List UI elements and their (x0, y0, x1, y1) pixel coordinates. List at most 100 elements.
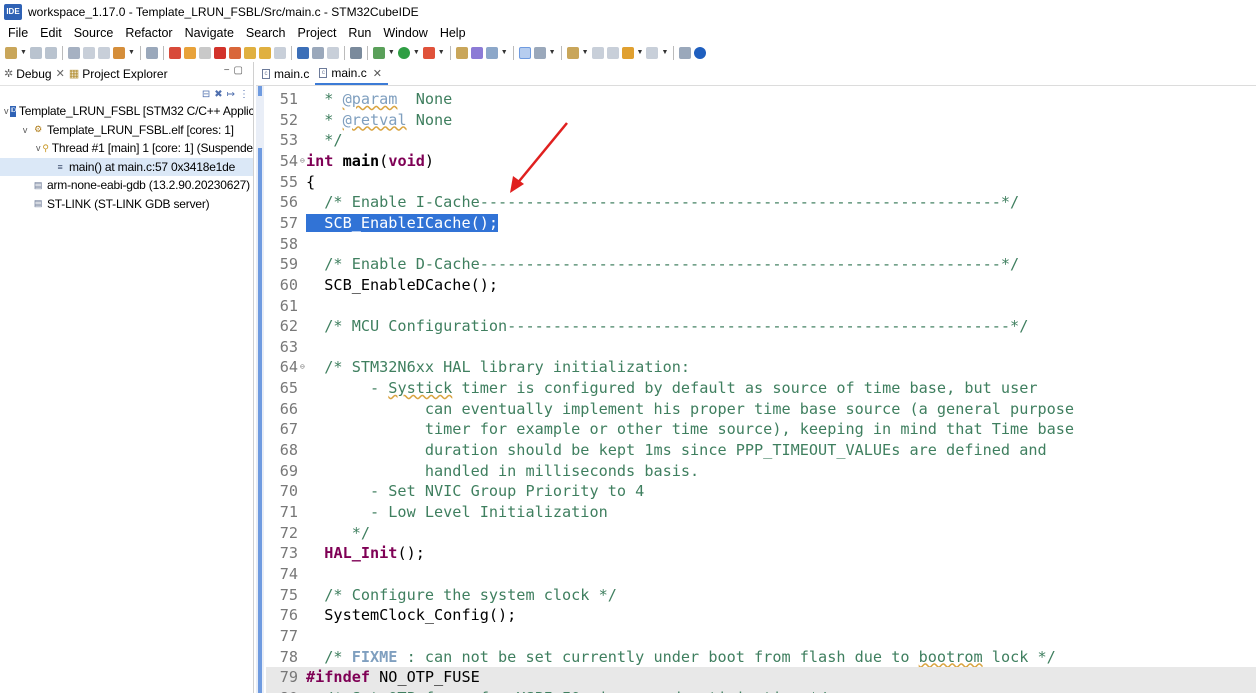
menu-refactor[interactable]: Refactor (119, 23, 178, 43)
forward-history-dropdown-icon[interactable]: ▼ (661, 49, 668, 56)
step-return-icon[interactable] (273, 46, 286, 59)
collapse-all-icon[interactable]: ⊟ (202, 89, 210, 100)
code-line[interactable]: 71 - Low Level Initialization (266, 502, 1256, 523)
annotation-icon[interactable] (533, 46, 546, 59)
tree-item-thread[interactable]: v ⚲ Thread #1 [main] 1 [core: 1] (Suspen… (0, 139, 253, 158)
collapse-chevron-icon[interactable]: v (4, 106, 9, 116)
new-dropdown-icon[interactable]: ▼ (20, 49, 27, 56)
menu-window[interactable]: Window (377, 23, 433, 43)
suspend-icon[interactable] (198, 46, 211, 59)
code-line[interactable]: 58 (266, 234, 1256, 255)
code-line[interactable]: 77 (266, 626, 1256, 647)
build-icon[interactable] (112, 46, 125, 59)
last-edit-icon[interactable] (591, 46, 604, 59)
code-line[interactable]: 72 */ (266, 523, 1256, 544)
menu-navigate[interactable]: Navigate (179, 23, 240, 43)
code-line[interactable]: 79 #ifndef NO_OTP_FUSE (266, 667, 1256, 688)
forward-icon[interactable] (97, 46, 110, 59)
resume-icon[interactable] (183, 46, 196, 59)
search-icon[interactable] (485, 46, 498, 59)
code-line[interactable]: 61 (266, 296, 1256, 317)
external-tools-dropdown-icon[interactable]: ▼ (438, 49, 445, 56)
back-icon[interactable] (82, 46, 95, 59)
code-line[interactable]: 76 SystemClock_Config(); (266, 605, 1256, 626)
debug-dropdown-icon[interactable]: ▼ (388, 49, 395, 56)
build-dropdown-icon[interactable]: ▼ (128, 49, 135, 56)
reset-icon[interactable] (311, 46, 324, 59)
back-history-icon[interactable] (621, 46, 634, 59)
code-line[interactable]: 74 (266, 564, 1256, 585)
terminate-relaunch-icon[interactable] (326, 46, 339, 59)
code-line[interactable]: 78 /* FIXME : can not be set currently u… (266, 647, 1256, 668)
new-icon[interactable] (5, 46, 17, 59)
code-line[interactable]: 69 handled in milliseconds basis. (266, 461, 1256, 482)
tab-project-explorer[interactable]: ▦ Project Explorer (65, 62, 168, 86)
code-line[interactable]: 73 HAL_Init(); (266, 543, 1256, 564)
instruction-stepping-icon[interactable] (296, 46, 309, 59)
save-icon[interactable] (29, 46, 42, 59)
code-line[interactable]: 56 /* Enable I-Cache--------------------… (266, 192, 1256, 213)
collapse-chevron-icon[interactable]: v (36, 143, 41, 153)
close-icon[interactable]: ✕ (373, 67, 382, 80)
search-dropdown-icon[interactable]: ▼ (501, 49, 508, 56)
menu-run[interactable]: Run (342, 23, 377, 43)
code-line[interactable]: 55 { (266, 172, 1256, 193)
code-line[interactable]: 60 SCB_EnableDCache(); (266, 275, 1256, 296)
forward-history-icon[interactable] (646, 46, 659, 59)
code-line[interactable]: 52 * @retval None (266, 110, 1256, 131)
collapse-chevron-icon[interactable]: v (20, 125, 30, 135)
step-into-icon[interactable] (243, 46, 256, 59)
toggle-mark-occurrences-icon[interactable] (518, 46, 531, 59)
remove-terminated-icon[interactable]: ✖ (214, 89, 222, 100)
code-line[interactable]: 67 timer for example or other time sourc… (266, 419, 1256, 440)
tree-item-launch[interactable]: v ID Template_LRUN_FSBL [STM32 C/C++ App… (0, 102, 253, 121)
save-all-icon[interactable] (44, 46, 57, 59)
tree-item-stlink[interactable]: ▤ ST-LINK (ST-LINK GDB server) (0, 195, 253, 214)
run-icon[interactable] (397, 46, 410, 59)
run-dropdown-icon[interactable]: ▼ (413, 49, 420, 56)
device-config-icon[interactable] (349, 46, 362, 59)
tab-main-c-1[interactable]: c main.c (258, 63, 315, 85)
code-line[interactable]: 62 /* MCU Configuration-----------------… (266, 316, 1256, 337)
back-nav-icon[interactable] (606, 46, 619, 59)
tree-item-stack-frame[interactable]: ≡ main() at main.c:57 0x3418e1de (0, 157, 253, 176)
step-filters-icon[interactable]: ↦ (227, 89, 235, 100)
code-line[interactable]: 66 can eventually implement his proper t… (266, 399, 1256, 420)
menu-project[interactable]: Project (292, 23, 343, 43)
code-line[interactable]: 68 duration should be kept 1ms since PPP… (266, 440, 1256, 461)
view-menu-icon[interactable]: ⋮ (239, 89, 249, 100)
open-perspective-icon[interactable] (679, 46, 692, 59)
menu-file[interactable]: File (2, 23, 34, 43)
restart-icon[interactable] (168, 46, 181, 59)
code-line[interactable]: 64 ⊖ /* STM32N6xx HAL library initializat… (266, 357, 1256, 378)
info-icon[interactable] (694, 46, 707, 59)
close-icon[interactable]: ✕ (56, 67, 65, 80)
tree-item-elf[interactable]: v ⚙ Template_LRUN_FSBL.elf [cores: 1] (0, 121, 253, 140)
back-history-dropdown-icon[interactable]: ▼ (637, 49, 644, 56)
code-line[interactable]: 51 * @param None (266, 89, 1256, 110)
code-line[interactable]: 54 ⊖int main(void) (266, 151, 1256, 172)
annotation-dropdown-icon[interactable]: ▼ (549, 49, 556, 56)
code-line[interactable]: 53 */ (266, 130, 1256, 151)
tab-main-c-2[interactable]: c main.c ✕ (315, 63, 388, 85)
open-type-icon[interactable] (455, 46, 468, 59)
code-line[interactable]: 80 /* Set OTP fuses for XSPI IO pins spe… (266, 687, 1256, 693)
code-line[interactable]: 70 - Set NVIC Group Priority to 4 (266, 481, 1256, 502)
code-line[interactable]: 75 /* Configure the system clock */ (266, 585, 1256, 606)
open-element-icon[interactable] (470, 46, 483, 59)
menu-edit[interactable]: Edit (34, 23, 68, 43)
minimize-maximize-icon[interactable]: −▢ (224, 65, 247, 76)
disconnect-icon[interactable] (228, 46, 241, 59)
build-all-icon[interactable] (67, 46, 80, 59)
tab-debug[interactable]: ✲ Debug ✕ (0, 62, 65, 86)
code-line-selected[interactable]: 57 SCB_EnableICache(); (266, 213, 1256, 234)
menu-source[interactable]: Source (68, 23, 120, 43)
terminate-icon[interactable] (213, 46, 226, 59)
skip-breakpoints-icon[interactable] (145, 46, 158, 59)
next-annotation-dropdown-icon[interactable]: ▼ (582, 49, 589, 56)
debug-icon[interactable] (372, 46, 385, 59)
code-line[interactable]: 65 - Systick timer is configured by defa… (266, 378, 1256, 399)
tree-item-gdb[interactable]: ▤ arm-none-eabi-gdb (13.2.90.20230627) (0, 176, 253, 195)
code-line[interactable]: 59 /* Enable D-Cache--------------------… (266, 254, 1256, 275)
menu-help[interactable]: Help (434, 23, 472, 43)
